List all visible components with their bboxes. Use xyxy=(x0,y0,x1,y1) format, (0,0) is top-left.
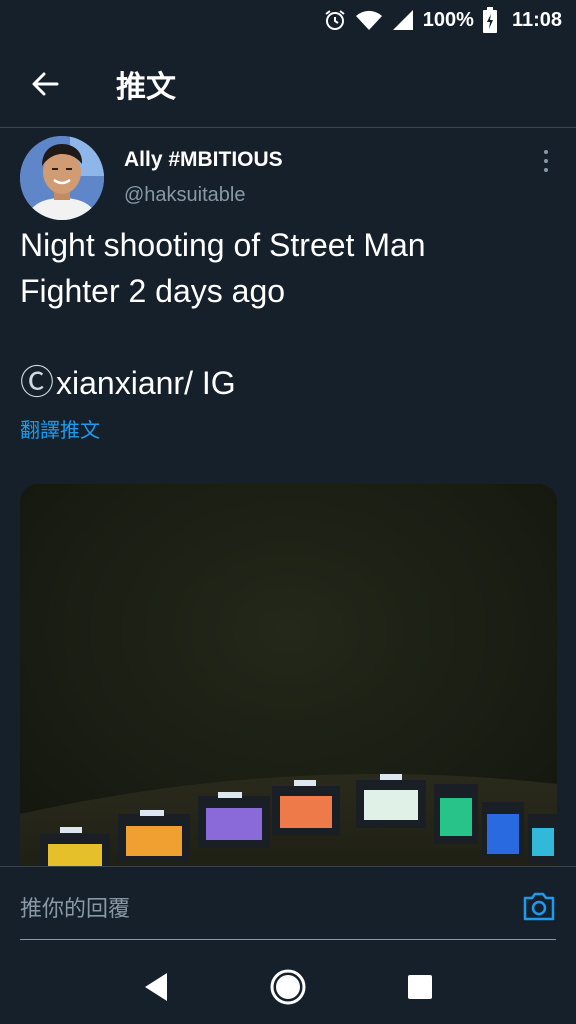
tweet-header: Ally #MBITIOUS @haksuitable xyxy=(20,132,560,222)
tweet-text-line: Fighter 2 days ago xyxy=(20,273,286,309)
tweet-photo[interactable] xyxy=(20,484,557,904)
top-app-bar: 推文 xyxy=(0,40,576,128)
wifi-icon xyxy=(355,8,383,32)
signal-icon xyxy=(391,8,415,32)
status-time: 11:08 xyxy=(511,8,562,31)
alarm-icon xyxy=(323,8,347,32)
system-nav-bar xyxy=(0,950,576,1024)
more-options-icon[interactable] xyxy=(532,146,560,176)
status-bar: 100% 11:08 xyxy=(0,0,576,40)
tweet-credit-line: Ⓒxianxianr/ IG xyxy=(20,360,550,406)
camera-icon[interactable] xyxy=(522,889,556,923)
credit-text: xianxianr/ IG xyxy=(56,365,236,401)
nav-back-icon[interactable] xyxy=(126,957,186,1017)
nav-recents-icon[interactable] xyxy=(390,957,450,1017)
translate-tweet-link[interactable]: 翻譯推文 xyxy=(20,414,100,443)
avatar[interactable] xyxy=(20,136,104,220)
battery-icon xyxy=(482,7,498,33)
copyright-icon: Ⓒ xyxy=(20,364,54,402)
back-button[interactable] xyxy=(0,40,90,128)
nav-home-icon[interactable] xyxy=(258,957,318,1017)
display-name[interactable]: Ally #MBITIOUS xyxy=(124,148,283,172)
user-handle[interactable]: @haksuitable xyxy=(124,184,245,207)
battery-percent: 100% xyxy=(422,8,474,31)
reply-input[interactable]: 推你的回覆 xyxy=(20,867,500,947)
tweet-text-line: Night shooting of Street Man xyxy=(20,227,426,263)
back-arrow-icon xyxy=(32,72,59,95)
reply-bar: 推你的回覆 xyxy=(0,866,576,950)
page-title: 推文 xyxy=(116,70,176,104)
reply-underline xyxy=(20,939,556,940)
tweet-text: Night shooting of Street Man Fighter 2 d… xyxy=(20,222,550,406)
